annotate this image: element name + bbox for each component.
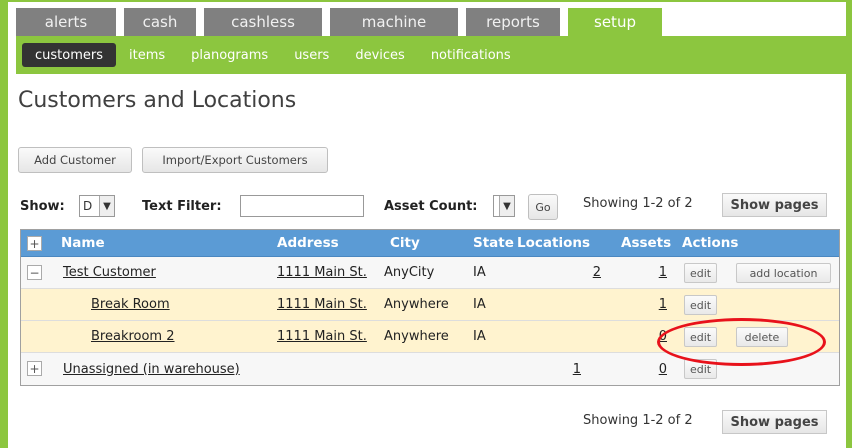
col-city[interactable]: City: [390, 230, 420, 256]
show-pages-button-top[interactable]: Show pages: [722, 193, 827, 217]
customer-name-link[interactable]: Unassigned (in warehouse): [63, 353, 240, 385]
state-cell: IA: [473, 329, 486, 344]
show-pages-button-bottom[interactable]: Show pages: [722, 410, 827, 434]
highlight-ellipse: [657, 318, 826, 366]
showing-count-top: Showing 1-2 of 2: [583, 196, 693, 211]
asset-count-select[interactable]: ▼: [493, 195, 515, 217]
city-cell: Anywhere: [384, 329, 449, 344]
locations-link[interactable]: 1: [561, 353, 581, 385]
asset-count-label: Asset Count:: [384, 199, 478, 214]
col-address[interactable]: Address: [277, 230, 339, 256]
col-actions: Actions: [682, 235, 739, 251]
subnav-items[interactable]: items: [116, 43, 178, 67]
show-select-value: D: [83, 199, 93, 213]
edit-button[interactable]: edit: [684, 295, 717, 315]
go-button[interactable]: Go: [528, 194, 558, 220]
tab-setup[interactable]: setup: [568, 8, 662, 36]
tab-reports[interactable]: reports: [466, 8, 560, 36]
text-filter-input[interactable]: [240, 195, 364, 217]
col-name[interactable]: Name: [61, 230, 105, 256]
collapse-icon[interactable]: −: [27, 265, 42, 280]
show-label: Show:: [20, 199, 65, 214]
subnav-planograms[interactable]: planograms: [178, 43, 281, 67]
col-locations[interactable]: Locations: [517, 230, 590, 256]
tab-alerts[interactable]: alerts: [16, 8, 116, 36]
assets-link[interactable]: 1: [647, 289, 667, 320]
locations-link[interactable]: 2: [581, 257, 601, 288]
add-location-button[interactable]: add location: [736, 263, 831, 283]
subnav-users[interactable]: users: [281, 43, 342, 67]
text-filter-label: Text Filter:: [142, 199, 222, 214]
col-state[interactable]: State: [473, 230, 514, 256]
state-cell: IA: [473, 265, 486, 280]
address-link[interactable]: 1111 Main St.: [277, 289, 367, 320]
add-customer-button[interactable]: Add Customer: [18, 147, 132, 173]
page-title: Customers and Locations: [18, 88, 297, 113]
subnav-notifications[interactable]: notifications: [418, 43, 524, 67]
state-cell: IA: [473, 297, 486, 312]
customer-name-link[interactable]: Test Customer: [63, 257, 156, 288]
tab-machine[interactable]: machine: [330, 8, 458, 36]
city-cell: AnyCity: [384, 265, 435, 280]
tab-cashless[interactable]: cashless: [204, 8, 322, 36]
expand-all-icon[interactable]: +: [27, 236, 42, 251]
assets-link[interactable]: 0: [647, 353, 667, 385]
import-export-button[interactable]: Import/Export Customers: [142, 147, 328, 173]
subnav-customers[interactable]: customers: [22, 43, 116, 67]
table-row: Break Room 1111 Main St. Anywhere IA 1 e…: [21, 289, 839, 321]
chevron-down-icon: ▼: [99, 196, 114, 216]
city-cell: Anywhere: [384, 297, 449, 312]
table-header: + Name Address City State Locations Asse…: [21, 230, 839, 257]
showing-count-bottom: Showing 1-2 of 2: [583, 413, 693, 428]
tab-cash[interactable]: cash: [124, 8, 196, 36]
assets-link[interactable]: 1: [647, 257, 667, 288]
location-name-link[interactable]: Break Room: [91, 289, 170, 320]
subnav-devices[interactable]: devices: [342, 43, 417, 67]
address-link[interactable]: 1111 Main St.: [277, 321, 367, 352]
chevron-down-icon: ▼: [499, 196, 514, 216]
location-name-link[interactable]: Breakroom 2: [91, 321, 175, 352]
address-link[interactable]: 1111 Main St.: [277, 257, 367, 288]
sub-nav: customers items planograms users devices…: [16, 36, 846, 74]
expand-icon[interactable]: +: [27, 361, 42, 376]
edit-button[interactable]: edit: [684, 263, 717, 283]
top-tabs: alerts cash cashless machine reports set…: [16, 8, 662, 36]
show-select[interactable]: D ▼: [79, 195, 115, 217]
col-assets[interactable]: Assets: [621, 230, 671, 256]
table-row: − Test Customer 1111 Main St. AnyCity IA…: [21, 257, 839, 289]
